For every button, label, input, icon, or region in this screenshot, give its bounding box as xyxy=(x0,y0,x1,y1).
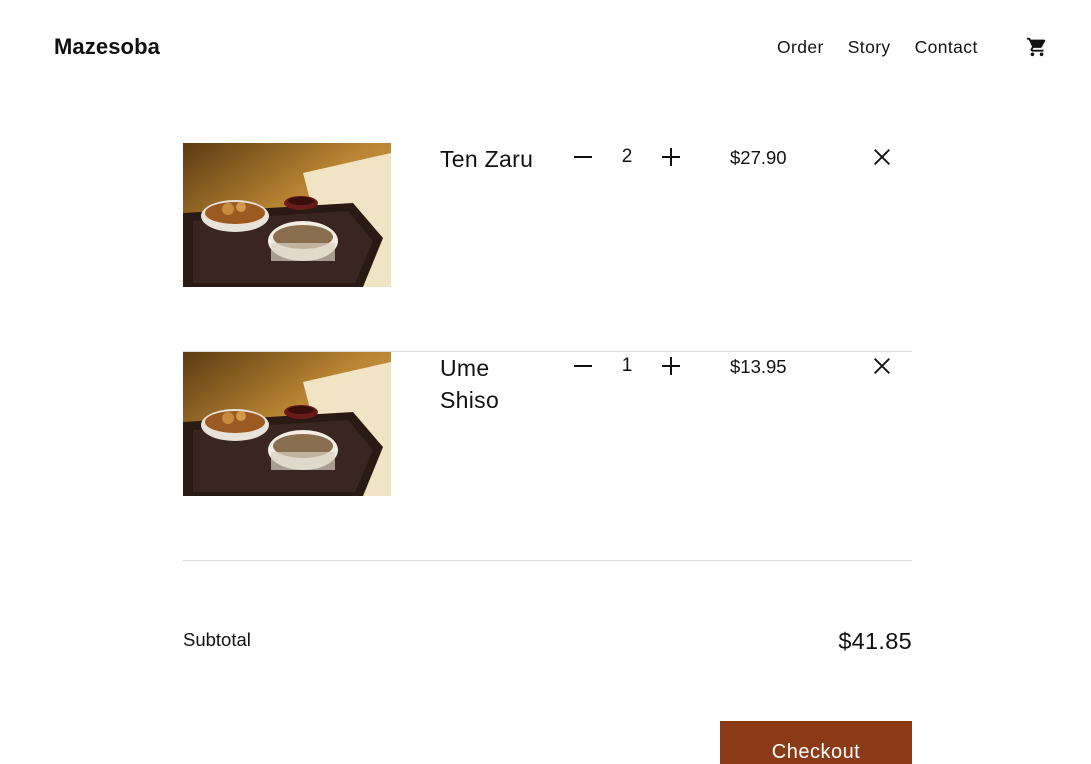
plus-icon[interactable] xyxy=(659,145,683,169)
cart-list: Ten Zaru 2 $27.90 Ume Shiso 1 $13.95 xyxy=(183,143,912,561)
nav-link-contact[interactable]: Contact xyxy=(915,36,978,58)
quantity-value: 2 xyxy=(621,146,633,167)
item-name: Ten Zaru xyxy=(440,146,534,172)
minus-icon[interactable] xyxy=(571,145,595,169)
plus-icon[interactable] xyxy=(659,354,683,378)
close-icon[interactable] xyxy=(871,355,893,377)
subtotal-label: Subtotal xyxy=(183,629,251,650)
cart-page: Mazesoba Order Story Contact Ten Zaru 2 … xyxy=(0,0,1091,764)
shopping-cart-icon[interactable] xyxy=(1026,36,1048,58)
cart-item: Ume Shiso 1 $13.95 xyxy=(183,352,912,561)
main-nav: Order Story Contact xyxy=(777,36,978,58)
minus-icon[interactable] xyxy=(571,354,595,378)
brand-logo[interactable]: Mazesoba xyxy=(54,34,160,60)
item-price: $13.95 xyxy=(730,356,787,377)
checkout-button[interactable]: Checkout xyxy=(720,721,912,764)
quantity-stepper: 2 xyxy=(571,145,683,169)
nav-link-order[interactable]: Order xyxy=(777,36,824,58)
item-name: Ume Shiso xyxy=(440,355,500,413)
quantity-stepper: 1 xyxy=(571,354,683,378)
cart-item: Ten Zaru 2 $27.90 xyxy=(183,143,912,352)
nav-link-story[interactable]: Story xyxy=(848,36,891,58)
ume-shiso-meal-photo xyxy=(183,352,391,496)
item-price: $27.90 xyxy=(730,147,787,168)
ten-zaru-meal-photo xyxy=(183,143,391,287)
close-icon[interactable] xyxy=(871,146,893,168)
subtotal-value: $41.85 xyxy=(838,628,912,654)
quantity-value: 1 xyxy=(621,355,633,376)
